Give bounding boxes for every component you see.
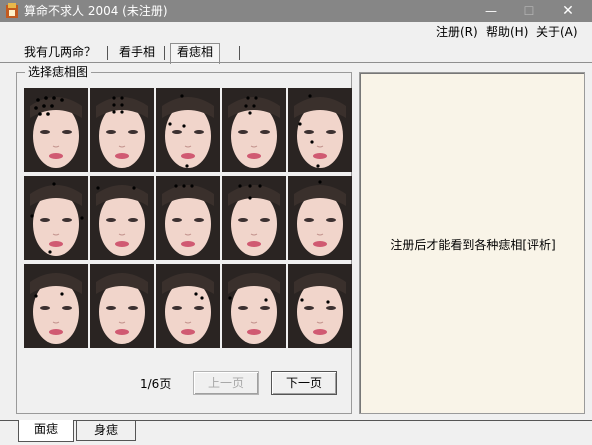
face-image [222,88,286,172]
bottom-tab-strip: 面痣 身痣 [0,420,592,445]
face-grid [24,88,352,350]
result-panel: 注册后才能看到各种痣相[评析] [359,72,585,414]
face-image [156,176,220,260]
menu-bar: 注册(R) 帮助(H) 关于(A) [0,22,592,43]
menu-register[interactable]: 注册(R) [436,25,478,40]
face-thumbnail[interactable] [90,264,154,348]
face-thumbnail[interactable] [24,176,88,260]
menu-help[interactable]: 帮助(H) [486,25,528,40]
maximize-button[interactable]: ☐ [512,0,546,22]
face-image [288,88,352,172]
face-thumbnail[interactable] [90,88,154,172]
tab-life-weight[interactable]: 我有几两命？ [18,44,102,62]
face-image [90,176,154,260]
face-thumbnail[interactable] [288,88,352,172]
face-thumbnail[interactable] [222,176,286,260]
face-thumbnail[interactable] [288,176,352,260]
face-image [24,88,88,172]
prev-page-button[interactable]: 上一页 [193,371,259,395]
face-thumbnail[interactable] [156,264,220,348]
tab-face-moles[interactable]: 面痣 [18,420,74,442]
window-title: 算命不求人 2004 (未注册) [24,4,168,18]
tab-separator [239,46,240,60]
face-thumbnail[interactable] [222,264,286,348]
face-thumbnail[interactable] [156,88,220,172]
next-page-button[interactable]: 下一页 [271,371,337,395]
tab-body-moles[interactable]: 身痣 [76,421,136,441]
face-thumbnail[interactable] [156,176,220,260]
face-image [222,176,286,260]
face-thumbnail[interactable] [288,264,352,348]
tab-separator [164,46,165,60]
face-thumbnail[interactable] [24,88,88,172]
minimize-button[interactable]: — [474,0,508,22]
face-image [288,264,352,348]
group-label: 选择痣相图 [25,65,92,80]
face-thumbnail[interactable] [222,88,286,172]
app-icon [6,3,18,18]
close-button[interactable]: ✕ [551,0,585,22]
face-image [156,264,220,348]
tab-mole-reading[interactable]: 看痣相 [170,43,221,64]
face-thumbnail[interactable] [90,176,154,260]
face-image [24,264,88,348]
title-bar: 算命不求人 2004 (未注册) — ☐ ✕ [0,0,592,22]
top-tab-strip: 我有几两命？ 看手相 看痣相 [0,43,592,64]
menu-about[interactable]: 关于(A) [536,25,578,40]
tab-underline [0,62,592,63]
result-message: 注册后才能看到各种痣相[评析] [390,238,556,252]
face-image [288,176,352,260]
page-indicator: 1/6页 [140,377,172,391]
face-image [24,176,88,260]
face-image [90,264,154,348]
face-image [156,88,220,172]
face-thumbnail[interactable] [24,264,88,348]
face-image [90,88,154,172]
face-image [222,264,286,348]
tab-palm-reading[interactable]: 看手相 [113,44,161,62]
tab-separator [107,46,108,60]
